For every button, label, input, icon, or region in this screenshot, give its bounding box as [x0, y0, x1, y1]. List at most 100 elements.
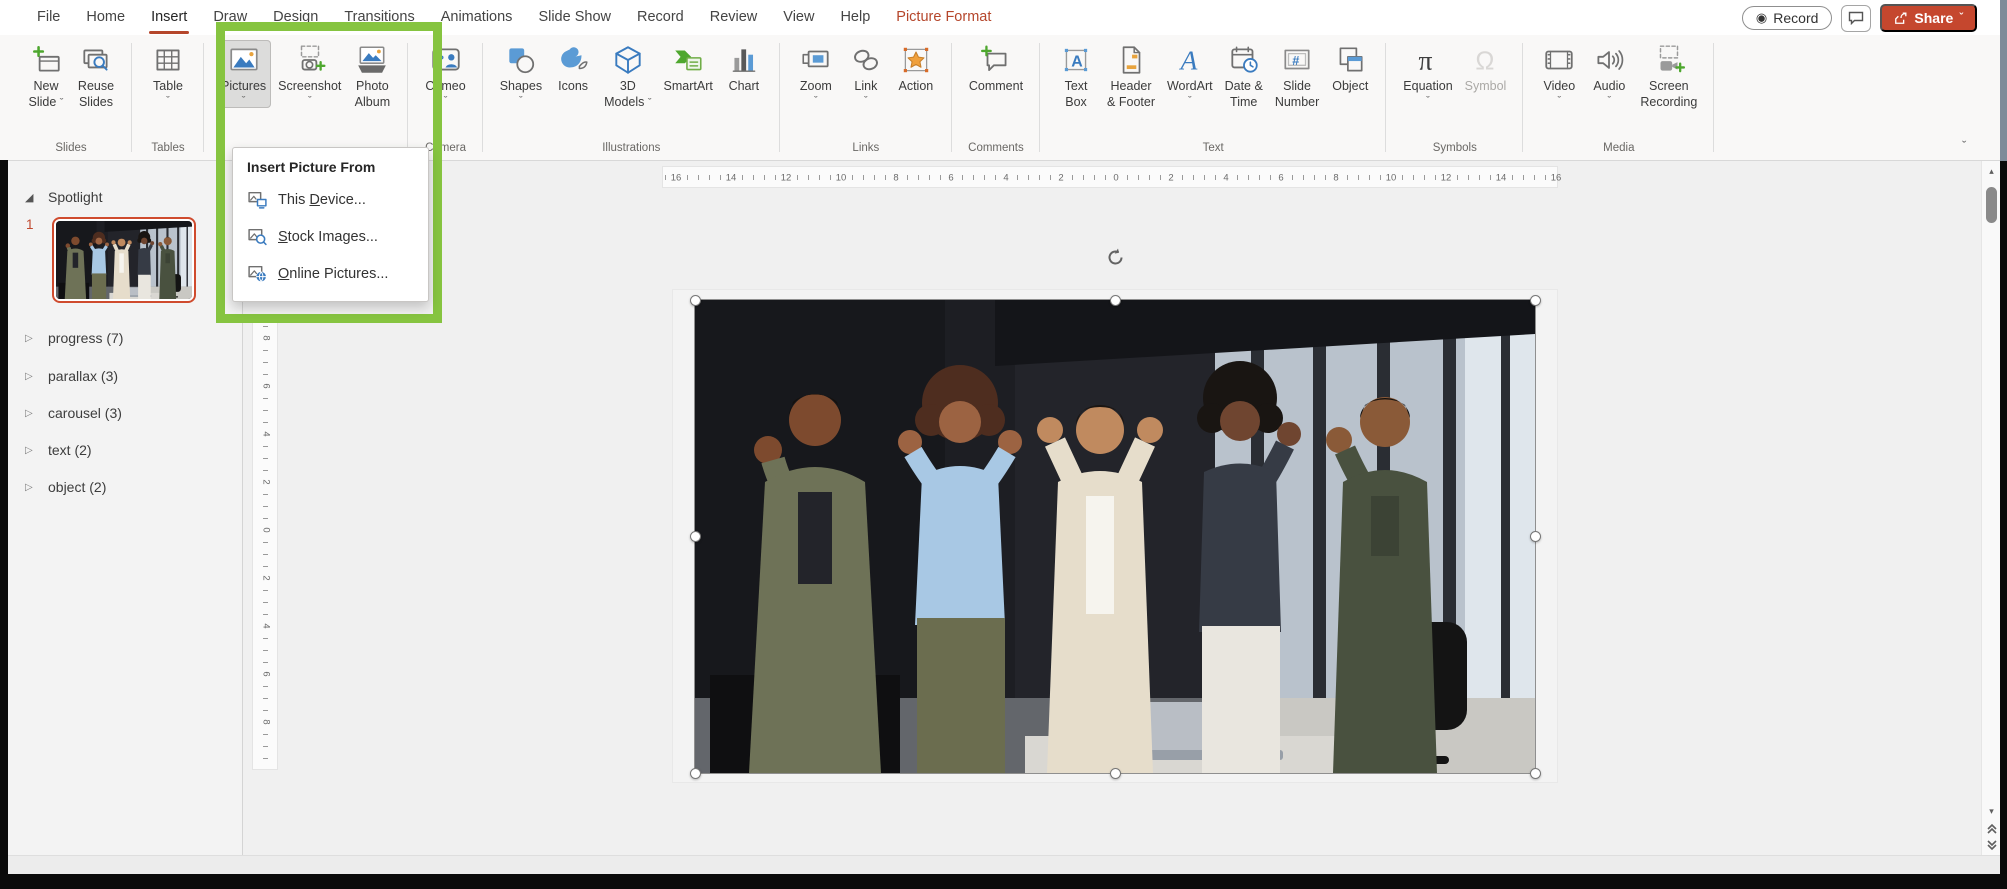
- menu-item-stock-images[interactable]: Stock Images...: [233, 218, 428, 255]
- slide-1-thumbnail[interactable]: [52, 217, 196, 303]
- cameo-button[interactable]: P Cameo ˇ: [420, 40, 470, 108]
- record-button-label: Record: [1773, 10, 1819, 26]
- chevron-down-icon: ˇ: [864, 94, 868, 107]
- sidebar-section-parallax-3[interactable]: ▷ parallax (3): [8, 364, 118, 388]
- resize-handle-n[interactable]: [1109, 294, 1121, 306]
- section-collapsed-icon[interactable]: ▷: [25, 371, 37, 382]
- button-label: Zoom: [799, 79, 832, 93]
- shapes-icon: [504, 43, 538, 77]
- section-collapsed-icon[interactable]: ▷: [25, 482, 37, 493]
- wordart-button[interactable]: A WordArt ˇ: [1162, 40, 1218, 108]
- menu-tab-review[interactable]: Review: [697, 0, 771, 35]
- menu-tab-file[interactable]: File: [24, 0, 73, 35]
- share-button[interactable]: Share ˇ: [1880, 4, 1977, 32]
- photo-album-button[interactable]: Photo Album: [348, 40, 396, 111]
- sidebar-section-carousel-3[interactable]: ▷ carousel (3): [8, 401, 122, 425]
- reuse-slides-button[interactable]: Reuse Slides: [72, 40, 120, 111]
- picture-device-icon: [247, 189, 268, 210]
- ruler-tick: [698, 175, 699, 180]
- menu-tab-draw[interactable]: Draw: [200, 0, 260, 35]
- pictures-button[interactable]: Pictures ˇ: [216, 40, 272, 108]
- comment-button[interactable]: Comment: [964, 40, 1028, 96]
- ruler-tick: [720, 175, 721, 180]
- smartart-button[interactable]: SmartArt: [659, 40, 718, 96]
- menu-bar: File Home Insert Draw Design Transitions Anima…: [0, 0, 2007, 35]
- menu-tab-view[interactable]: View: [770, 0, 827, 35]
- next-slide-button[interactable]: [1982, 837, 2001, 853]
- three-d-models-icon: [611, 43, 645, 77]
- ruler-tick: [263, 446, 268, 447]
- comments-button[interactable]: [1841, 4, 1872, 32]
- symbol-button[interactable]: Ω Symbol: [1460, 40, 1512, 96]
- ribbon-group-buttons: Video ˇ Audio ˇ Screen Recording: [1535, 35, 1702, 139]
- section-collapsed-icon[interactable]: ▷: [25, 333, 37, 344]
- menu-tab-record[interactable]: Record: [624, 0, 697, 35]
- resize-handle-nw[interactable]: [689, 294, 701, 306]
- icons-button[interactable]: Icons: [549, 40, 597, 96]
- header-footer-button[interactable]: Header & Footer: [1102, 40, 1160, 111]
- action-button[interactable]: Action: [892, 40, 940, 96]
- ruler-tick: [263, 350, 268, 351]
- ruler-tick: [263, 398, 268, 399]
- resize-handle-w[interactable]: [689, 530, 701, 542]
- audio-icon: [1592, 43, 1626, 77]
- menu-tab-animations[interactable]: Animations: [428, 0, 526, 35]
- ribbon-group-label: Symbols: [1432, 142, 1477, 154]
- chart-button[interactable]: Chart: [720, 40, 768, 96]
- sidebar-section-progress-7[interactable]: ▷ progress (7): [8, 326, 123, 350]
- sidebar-section-text-2[interactable]: ▷ text (2): [8, 438, 92, 462]
- section-collapsed-icon[interactable]: ▷: [25, 445, 37, 456]
- menu-tab-slide-show[interactable]: Slide Show: [525, 0, 624, 35]
- scroll-down-icon[interactable]: ▾: [1982, 803, 2001, 819]
- video-button[interactable]: Video ˇ: [1535, 40, 1583, 108]
- equation-button[interactable]: π Equation ˇ: [1398, 40, 1457, 108]
- ruler-tick: [973, 175, 974, 180]
- new-slide-button[interactable]: New Slide ˇ: [22, 40, 70, 111]
- share-button-label: Share: [1914, 10, 1954, 26]
- menu-tab-help[interactable]: Help: [827, 0, 883, 35]
- shapes-button[interactable]: Shapes ˇ: [495, 40, 547, 108]
- ruler-tick: [775, 175, 776, 180]
- three-d-models-button[interactable]: 3D Models ˇ: [599, 40, 656, 111]
- ruler-tick: [263, 746, 268, 747]
- section-collapsed-icon[interactable]: ▷: [25, 408, 37, 419]
- resize-handle-se[interactable]: [1529, 767, 1541, 779]
- previous-slide-button[interactable]: [1982, 821, 2001, 837]
- text-box-button[interactable]: A Text Box: [1052, 40, 1100, 111]
- resize-handle-e[interactable]: [1529, 530, 1541, 542]
- ruler-number: 4: [1223, 172, 1229, 184]
- ribbon-group-label: Links: [852, 142, 880, 154]
- sidebar-section-spotlight[interactable]: ◢ Spotlight: [8, 185, 102, 209]
- resize-handle-s[interactable]: [1109, 767, 1121, 779]
- menu-tab-home[interactable]: Home: [73, 0, 138, 35]
- scrollbar-thumb[interactable]: [1986, 187, 1997, 223]
- slide-number-button[interactable]: # Slide Number: [1270, 40, 1324, 111]
- menu-tab-insert[interactable]: Insert: [138, 0, 200, 35]
- scroll-up-icon[interactable]: ▴: [1982, 163, 2001, 179]
- resize-handle-ne[interactable]: [1529, 294, 1541, 306]
- menu-tab-picture-format[interactable]: Picture Format: [883, 0, 1004, 35]
- section-expanded-icon[interactable]: ◢: [25, 191, 37, 204]
- object-button[interactable]: Object: [1326, 40, 1374, 96]
- sidebar-section-object-2[interactable]: ▷ object (2): [8, 475, 106, 499]
- dropdown-items: This Device... Stock Images... Online Pict…: [233, 181, 428, 292]
- rotate-handle[interactable]: [1105, 247, 1126, 268]
- screen-recording-button[interactable]: Screen Recording: [1635, 40, 1702, 111]
- table-button[interactable]: Table ˇ: [144, 40, 192, 108]
- ruler-number: 16: [670, 172, 682, 184]
- menu-tab-transitions[interactable]: Transitions: [331, 0, 427, 35]
- menu-item-this-device[interactable]: This Device...: [233, 181, 428, 218]
- menu-item-online-pictures[interactable]: Online Pictures...: [233, 255, 428, 292]
- menu-tab-design[interactable]: Design: [260, 0, 331, 35]
- date-time-button[interactable]: Date & Time: [1220, 40, 1268, 111]
- inserted-picture[interactable]: [694, 299, 1536, 774]
- ruler-tick: [907, 175, 908, 180]
- zoom-button[interactable]: Zoom ˇ: [792, 40, 840, 108]
- screenshot-button[interactable]: Screenshot ˇ: [273, 40, 346, 108]
- collapse-ribbon-button[interactable]: ˇ: [1962, 138, 1966, 153]
- audio-button[interactable]: Audio ˇ: [1585, 40, 1633, 108]
- ruler-tick: [263, 494, 268, 495]
- record-button[interactable]: ◉ Record: [1741, 6, 1833, 30]
- link-button[interactable]: Link ˇ: [842, 40, 890, 108]
- resize-handle-sw[interactable]: [689, 767, 701, 779]
